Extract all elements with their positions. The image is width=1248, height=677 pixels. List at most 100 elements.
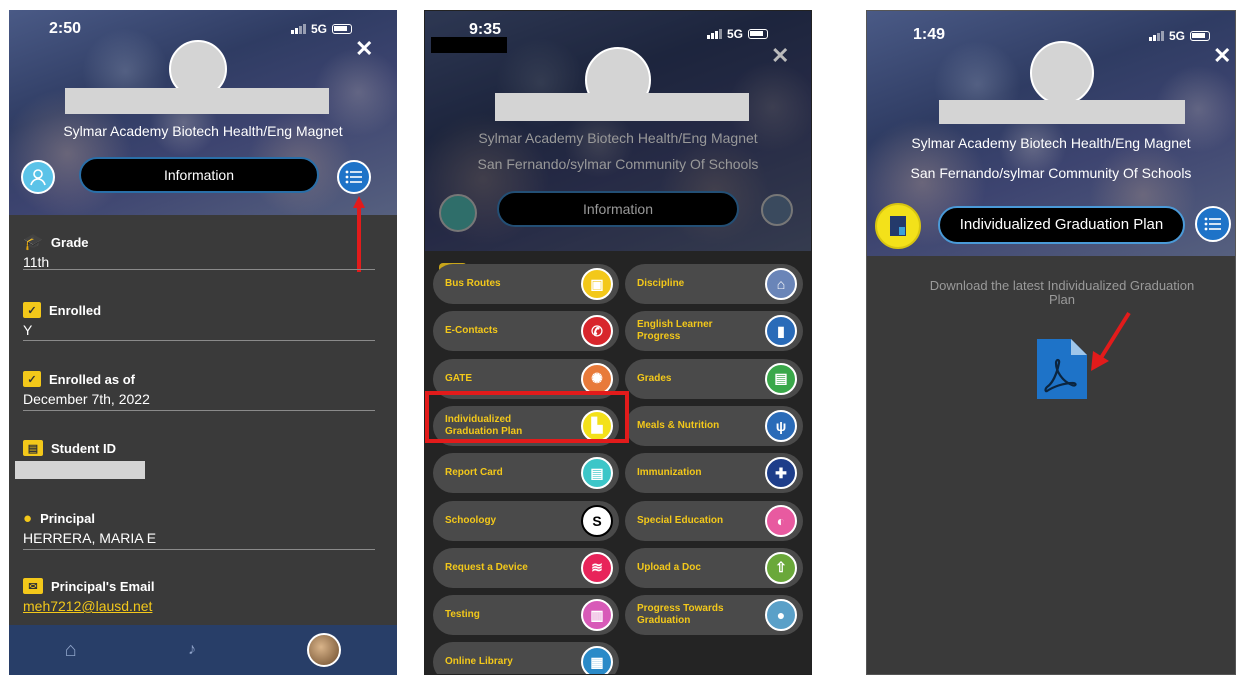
battery-icon [332, 24, 353, 34]
menu-item-label: Discipline [637, 278, 685, 289]
close-button[interactable]: ✕ [355, 38, 373, 60]
menu-item-progress-towards-graduation[interactable]: Progress Towards Graduation ● [625, 595, 803, 636]
principal-email-link[interactable]: meh7212@lausd.net [23, 598, 375, 618]
phone-screen-menu: 9:35 5G ✕ Sylmar Academy Biotech Health/… [424, 10, 812, 675]
menu-item-label: English Learner Progress [637, 319, 713, 343]
highlight-box-annotation [425, 391, 629, 443]
menu-item-report-card[interactable]: Report Card ▤ [433, 453, 619, 494]
menu-item-special-education[interactable]: Special Education ◐ [625, 500, 803, 541]
report-icon: ▤ [581, 457, 613, 490]
utensils-icon: ψ [765, 409, 797, 442]
information-pill[interactable]: Information [497, 191, 739, 227]
field-student-id: ▤ Student ID [15, 438, 375, 482]
status-time: 9:35 [469, 21, 502, 38]
menu-item-grades[interactable]: Grades ▤ [625, 358, 803, 399]
menu-item-discipline[interactable]: Discipline ⌂ [625, 264, 803, 304]
document-icon[interactable] [875, 203, 921, 249]
menu-item-label: Immunization [637, 467, 702, 479]
student-name-redacted [939, 100, 1185, 124]
phone-icon: ✆ [581, 315, 613, 348]
red-arrow-annotation [1091, 311, 1131, 371]
menu-item-english-learner-progress[interactable]: English Learner Progress ▮ [625, 311, 803, 352]
status-time: 1:49 [913, 26, 946, 43]
menu-item-label: Schoology [445, 514, 497, 526]
menu-list-button[interactable] [337, 160, 371, 194]
status-time: 2:50 [49, 20, 82, 37]
menu-item-label: Grades [637, 372, 672, 384]
status-bar: 5G [291, 22, 353, 36]
menu-item-schoology[interactable]: Schoology S [433, 500, 619, 541]
bottom-navigation: ⌂ ♪ [9, 625, 397, 675]
school-name: Sylmar Academy Biotech Health/Eng Magnet [911, 135, 1191, 151]
close-button[interactable]: ✕ [1213, 45, 1231, 67]
menu-item-bus-routes[interactable]: Bus Routes ▣ [433, 264, 619, 304]
wifi-icon: ≋ [581, 551, 613, 584]
close-button[interactable]: ✕ [771, 45, 789, 67]
medical-icon: ✚ [765, 457, 797, 490]
menu-item-e-contacts[interactable]: E-Contacts ✆ [433, 311, 619, 352]
field-principal: ● Principal HERRERA, MARIA E [23, 508, 375, 550]
information-pill[interactable]: Information [79, 157, 319, 193]
brain-icon: ✺ [581, 362, 613, 395]
profile-avatar[interactable] [307, 633, 342, 667]
avatar [1030, 41, 1094, 105]
student-icon[interactable] [439, 194, 477, 232]
download-instruction: Download the latest Individualized Gradu… [929, 278, 1195, 307]
menu-item-label: GATE [445, 372, 473, 384]
menu-item-label: Meals & Nutrition [637, 419, 720, 431]
special-ed-icon: ◐ [765, 504, 797, 537]
home-icon: ⌂ [765, 268, 797, 300]
field-grade: 🎓 Grade 11th [23, 232, 375, 270]
battery-icon [1190, 31, 1211, 41]
field-enrolled-as-of: ✓ Enrolled as of December 7th, 2022 [23, 369, 375, 411]
redaction-bar [431, 37, 507, 53]
pdf-icon[interactable] [1037, 339, 1087, 399]
person-icon: ● [23, 509, 33, 527]
menu-item-label: E-Contacts [445, 325, 498, 337]
student-icon[interactable] [21, 160, 55, 194]
menu-item-online-library[interactable]: Online Library ▦ [433, 642, 619, 674]
graduate-icon: ● [765, 599, 797, 632]
graduation-plan-pill[interactable]: Individualized Graduation Plan [938, 206, 1185, 244]
status-bar: 5G [1149, 29, 1211, 43]
menu-item-upload-a-doc[interactable]: Upload a Doc ⇧ [625, 547, 803, 588]
grades-icon: ▤ [765, 362, 797, 395]
menu-item-meals-nutrition[interactable]: Meals & Nutrition ψ [625, 405, 803, 446]
phone-screen-information: 2:50 5G ✕ Sylmar Academy Biotech Health/… [9, 10, 397, 675]
home-icon[interactable]: ⌂ [65, 639, 77, 662]
school-name: Sylmar Academy Biotech Health/Eng Magnet [63, 123, 343, 139]
menu-item-label: Upload a Doc [637, 561, 701, 573]
menu-item-immunization[interactable]: Immunization ✚ [625, 453, 803, 494]
status-bar: 5G [707, 27, 769, 41]
id-card-icon: ▤ [23, 440, 43, 456]
testing-icon: ▥ [581, 599, 613, 632]
menu-list-button[interactable] [761, 194, 793, 226]
book-icon: ▮ [765, 315, 797, 348]
community-name: San Fernando/sylmar Community Of Schools [477, 156, 759, 172]
menu-item-label: Request a Device [445, 561, 528, 573]
menu-item-label: Online Library [445, 656, 513, 668]
school-name: Sylmar Academy Biotech Health/Eng Magnet [478, 130, 758, 146]
library-icon: ▦ [581, 646, 613, 674]
field-enrolled: ✓ Enrolled Y [23, 300, 375, 341]
battery-icon [748, 29, 769, 39]
bell-icon[interactable]: ♪ [188, 641, 196, 659]
field-principal-email: ✉ Principal's Email meh7212@lausd.net [23, 576, 375, 620]
mail-icon: ✉ [23, 578, 43, 594]
menu-item-testing[interactable]: Testing ▥ [433, 595, 619, 636]
community-name: San Fernando/sylmar Community Of Schools [910, 165, 1192, 181]
menu-item-label: Special Education [637, 514, 724, 526]
student-id-redacted [15, 461, 145, 479]
phone-screen-graduation-plan: 1:49 5G ✕ Sylmar Academy Biotech Health/… [866, 10, 1236, 675]
schoology-icon: S [581, 504, 613, 537]
checkbox-icon: ✓ [23, 302, 41, 318]
menu-item-request-a-device[interactable]: Request a Device ≋ [433, 547, 619, 588]
student-name-redacted [495, 93, 749, 121]
menu-item-label: Testing [445, 609, 480, 621]
menu-item-label: Bus Routes [445, 278, 501, 289]
menu-list-button[interactable] [1195, 206, 1231, 242]
checkbox-icon: ✓ [23, 371, 41, 387]
menu-item-label: Progress Towards Graduation [637, 603, 724, 627]
upload-icon: ⇧ [765, 551, 797, 584]
graduation-cap-icon: 🎓 [23, 234, 43, 251]
